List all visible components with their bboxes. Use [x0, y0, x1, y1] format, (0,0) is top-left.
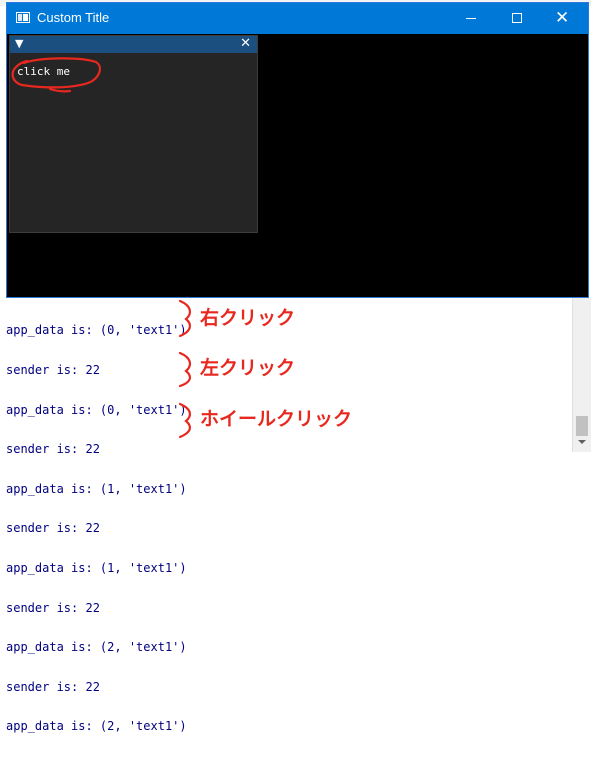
close-button[interactable]: ✕ [540, 3, 586, 34]
log-line: sender is: 22 [6, 442, 100, 457]
minimize-icon [466, 18, 476, 19]
log-line: sender is: 22 [6, 521, 100, 536]
log-line: app_data is: (2, 'text1') [6, 719, 187, 734]
maximize-icon [512, 13, 522, 23]
annotation-wheel-click: ホイールクリック [200, 408, 352, 430]
annotation-left-click: 左クリック [200, 356, 295, 379]
minimize-button[interactable] [448, 3, 494, 34]
viewport: ▼ ✕ click me [7, 34, 588, 297]
maximize-button[interactable] [494, 3, 540, 34]
scrollbar-thumb[interactable] [576, 416, 588, 436]
console-output: app_data is: (0, 'text1') sender is: 22 … [0, 298, 591, 733]
log-line: app_data is: (1, 'text1') [6, 560, 187, 575]
app-window: Custom Title ✕ ▼ ✕ click me [6, 2, 589, 298]
window-title: Custom Title [37, 10, 110, 25]
collapse-icon[interactable]: ▼ [15, 35, 23, 53]
log-line: sender is: 22 [6, 600, 100, 615]
log-line: app_data is: (2, 'text1') [6, 640, 187, 655]
console-log: app_data is: (0, 'text1') sender is: 22 … [6, 298, 187, 760]
close-icon: ✕ [555, 8, 570, 28]
log-line: app_data is: (0, 'text1') [6, 402, 187, 417]
inner-window: ▼ ✕ click me [9, 35, 258, 233]
annotation-right-click: 右クリック [199, 306, 295, 329]
app-icon [16, 12, 30, 23]
inner-window-title-bar[interactable]: ▼ ✕ [10, 36, 257, 53]
scroll-down-icon[interactable] [578, 440, 586, 444]
log-line: app_data is: (1, 'text1') [6, 481, 187, 496]
title-bar[interactable]: Custom Title ✕ [7, 3, 588, 34]
console-scrollbar[interactable] [572, 298, 591, 452]
log-line: sender is: 22 [6, 363, 100, 377]
log-line: sender is: 22 [6, 679, 100, 694]
click-me-button[interactable]: click me [17, 65, 70, 78]
log-line: app_data is: (0, 'text1') [6, 323, 187, 338]
inner-close-icon[interactable]: ✕ [240, 35, 251, 53]
